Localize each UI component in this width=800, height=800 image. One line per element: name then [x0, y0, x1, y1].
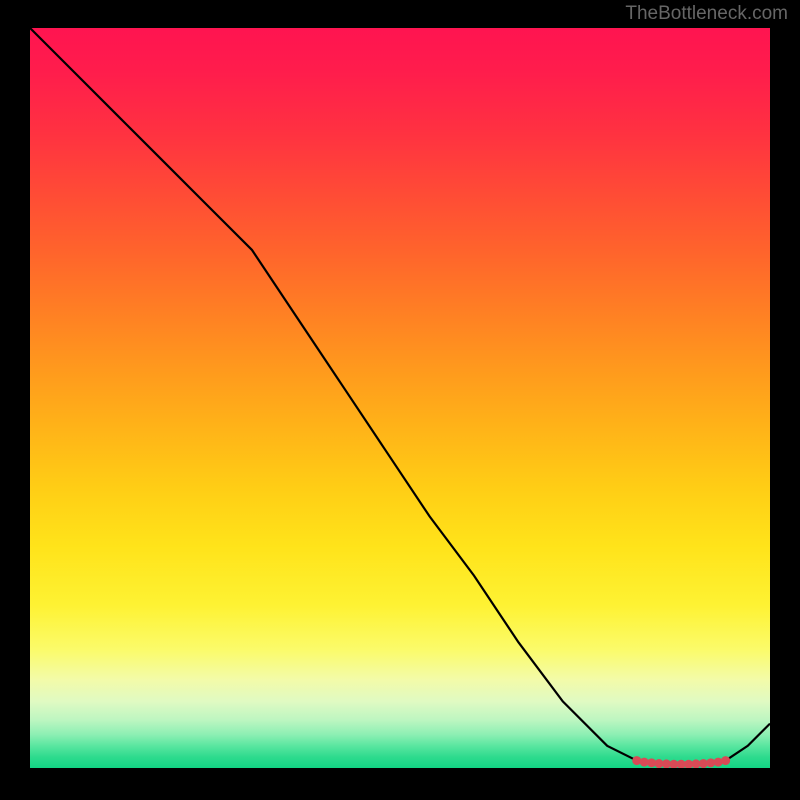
watermark-text: TheBottleneck.com — [625, 3, 788, 25]
chart-line-series — [30, 28, 770, 764]
chart-svg — [30, 28, 770, 768]
marker-dot — [714, 758, 723, 767]
chart-marker-series — [632, 756, 730, 768]
marker-dot — [632, 756, 641, 765]
marker-dot — [721, 756, 730, 765]
curve-path — [30, 28, 770, 764]
